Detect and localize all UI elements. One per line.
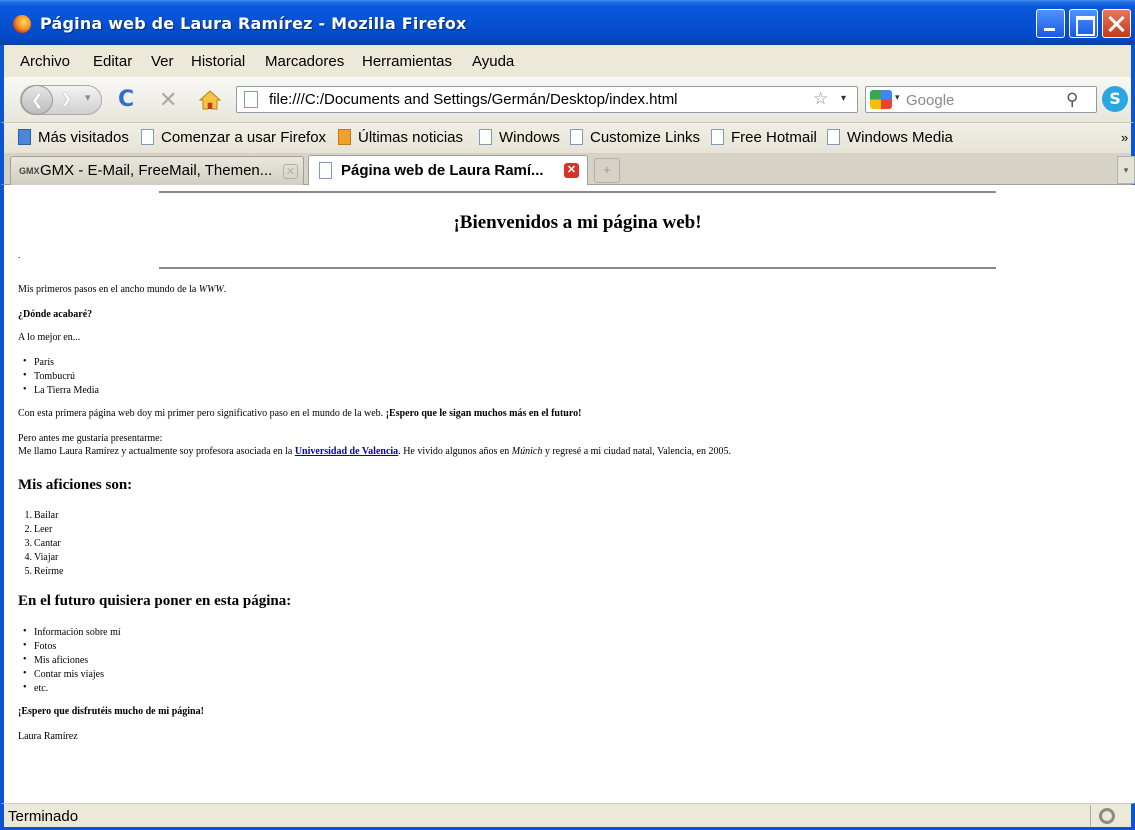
page-icon	[827, 129, 840, 145]
back-forward-group: ❯ ▾	[20, 85, 102, 115]
list-item: Bailar	[34, 510, 59, 521]
list-item: Viajar	[34, 552, 59, 563]
bookmark-windows[interactable]: Windows	[479, 129, 560, 146]
closing-paragraph: ¡Espero que disfrutéis mucho de mi págin…	[18, 706, 204, 717]
list-number: 4.	[24, 552, 33, 563]
navigation-toolbar: ❯ ▾ C ✕ file:///C:/Documents and Setting…	[0, 77, 1135, 122]
menu-herramientas[interactable]: Herramientas	[362, 53, 452, 70]
intro-paragraph: Mis primeros pasos en el ancho mundo de …	[18, 284, 227, 295]
menu-editar[interactable]: Editar	[93, 53, 132, 70]
list-item: Tombucrú	[23, 370, 75, 382]
gmx-icon: GMX	[19, 166, 40, 176]
list-number: 2.	[24, 524, 33, 535]
page-icon	[141, 129, 154, 145]
bookmark-comenzar[interactable]: Comenzar a usar Firefox	[141, 129, 326, 146]
menu-historial[interactable]: Historial	[191, 53, 245, 70]
reload-button[interactable]: C	[118, 87, 134, 112]
status-text: Terminado	[8, 808, 79, 825]
tab-label: GMX - E-Mail, FreeMail, Themen...	[40, 162, 273, 179]
address-bar[interactable]: file:///C:/Documents and Settings/Germán…	[236, 86, 858, 113]
skype-icon[interactable]: S	[1102, 86, 1128, 112]
close-tab-icon[interactable]: ✕	[283, 164, 298, 179]
forward-button[interactable]: ❯	[61, 92, 72, 107]
close-tab-icon[interactable]: ✕	[564, 163, 579, 178]
present-paragraph: Pero antes me gustaría presentarme:	[18, 433, 163, 444]
tab-gmx[interactable]: GMX GMX - E-Mail, FreeMail, Themen... ✕	[10, 156, 304, 185]
rss-icon	[338, 129, 351, 145]
question-paragraph: ¿Dónde acabaré?	[18, 309, 93, 320]
new-tab-button[interactable]: +	[594, 158, 620, 183]
first-page-paragraph: Con esta primera página web doy mi prime…	[18, 408, 582, 419]
bookmark-star-icon[interactable]: ☆	[813, 89, 828, 109]
future-heading: En el futuro quisiera poner en esta pági…	[18, 593, 292, 609]
top-rule	[159, 191, 996, 193]
title-bar: Página web de Laura Ramírez - Mozilla Fi…	[0, 0, 1135, 45]
minimize-button[interactable]	[1036, 9, 1065, 38]
folder-icon	[18, 129, 31, 145]
page-icon	[570, 129, 583, 145]
page-heading: ¡Bienvenidos a mi página web!	[453, 212, 702, 233]
list-item: Contar mis viajes	[23, 668, 104, 680]
page-content: ¡Bienvenidos a mi página web! . Mis prim…	[0, 185, 1135, 803]
bookmark-customize-links[interactable]: Customize Links	[570, 129, 700, 146]
universidad-link[interactable]: Universidad de Valencia	[295, 446, 398, 457]
stop-button[interactable]: ✕	[159, 88, 177, 113]
list-item: La Tierra Media	[23, 384, 99, 396]
home-icon[interactable]	[198, 88, 222, 112]
menu-ayuda[interactable]: Ayuda	[472, 53, 514, 70]
firefox-icon	[13, 15, 31, 33]
list-item: París	[23, 356, 54, 368]
list-item: Información sobre mí	[23, 626, 121, 638]
menu-marcadores[interactable]: Marcadores	[265, 53, 344, 70]
page-icon	[244, 91, 258, 108]
page-icon	[711, 129, 724, 145]
menu-bar: Archivo Editar Ver Historial Marcadores …	[0, 45, 1135, 77]
status-separator	[1090, 805, 1091, 827]
page-icon	[479, 129, 492, 145]
maximize-button[interactable]	[1069, 9, 1098, 38]
stray-dot: .	[18, 250, 21, 260]
url-dropdown-icon[interactable]: ▾	[841, 93, 846, 104]
list-item: Leer	[34, 524, 53, 535]
list-number: 5.	[24, 566, 33, 577]
search-engine-dropdown-icon[interactable]: ▾	[895, 93, 900, 103]
vertical-scrollbar[interactable]	[1122, 185, 1135, 803]
bio-paragraph: Me llamo Laura Ramírez y actualmente soy…	[18, 446, 731, 457]
search-bar[interactable]: ▾ Google ⚲	[865, 86, 1097, 113]
window-title: Página web de Laura Ramírez - Mozilla Fi…	[40, 14, 467, 33]
list-item: Fotos	[23, 640, 56, 652]
list-item: Cantar	[34, 538, 61, 549]
list-item: Mis aficiones	[23, 654, 88, 666]
history-dropdown-icon[interactable]: ▾	[85, 91, 91, 104]
list-number: 1.	[24, 510, 33, 521]
signature: Laura Ramírez	[18, 731, 78, 742]
search-icon[interactable]: ⚲	[1066, 90, 1078, 110]
tab-bar: GMX GMX - E-Mail, FreeMail, Themen... ✕ …	[0, 153, 1135, 186]
activity-indicator-icon	[1099, 808, 1115, 824]
tab-label: Página web de Laura Ramí...	[341, 162, 544, 179]
close-button[interactable]	[1102, 9, 1131, 38]
list-item: etc.	[23, 682, 48, 694]
hobbies-heading: Mis aficiones son:	[18, 477, 133, 493]
chevron-right-icon[interactable]: »	[1121, 130, 1128, 145]
menu-archivo[interactable]: Archivo	[20, 53, 70, 70]
status-bar: Terminado	[0, 803, 1135, 830]
tab-laura-ramirez[interactable]: Página web de Laura Ramí... ✕	[308, 155, 588, 186]
back-button[interactable]	[21, 85, 53, 115]
bookmark-mas-visitados[interactable]: Más visitados	[18, 129, 129, 146]
bookmark-windows-media[interactable]: Windows Media	[827, 129, 953, 146]
url-text: file:///C:/Documents and Settings/Germán…	[269, 91, 678, 108]
menu-ver[interactable]: Ver	[151, 53, 174, 70]
bottom-rule	[159, 267, 996, 269]
google-icon[interactable]	[870, 90, 892, 109]
bookmark-free-hotmail[interactable]: Free Hotmail	[711, 129, 817, 146]
page-icon	[319, 162, 332, 179]
maybe-paragraph: A lo mejor en...	[18, 332, 81, 343]
bookmark-ultimas-noticias[interactable]: Últimas noticias	[338, 129, 463, 146]
list-all-tabs-button[interactable]: ▾	[1117, 156, 1135, 184]
list-item: Reírme	[34, 566, 64, 577]
search-input[interactable]: Google	[906, 92, 954, 109]
list-number: 3.	[24, 538, 33, 549]
bookmarks-toolbar: Más visitados Comenzar a usar Firefox Úl…	[0, 122, 1135, 153]
